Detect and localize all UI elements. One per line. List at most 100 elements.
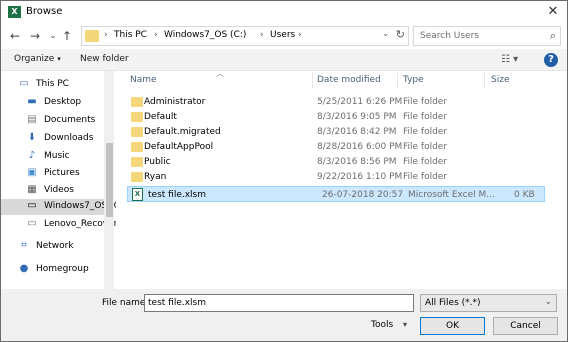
nav-item-videos[interactable]: ▦ Videos bbox=[25, 183, 116, 199]
sort-ascending-icon: ︿ bbox=[216, 69, 224, 78]
breadcrumb-separator[interactable]: › bbox=[154, 30, 158, 40]
drive-icon: ▭ bbox=[27, 218, 37, 229]
refresh-icon[interactable]: ↻ bbox=[396, 28, 405, 41]
file-row-test-file-xlsm[interactable]: X test file.xlsm 26-07-2018 20:57 Micros… bbox=[127, 186, 545, 202]
file-row-ryan[interactable]: Ryan 9/22/2016 1:10 PM File folder bbox=[127, 169, 545, 185]
nav-item-music[interactable]: ♪ Music bbox=[25, 149, 116, 165]
file-date: 8/3/2016 8:42 PM bbox=[317, 127, 397, 137]
folder-icon bbox=[131, 172, 143, 182]
breadcrumb-drive[interactable]: Windows7_OS (C:) bbox=[164, 30, 246, 40]
documents-icon: ▤ bbox=[27, 114, 37, 125]
file-name: Administrator bbox=[144, 97, 206, 107]
column-divider[interactable] bbox=[397, 73, 398, 88]
file-row-public[interactable]: Public 8/3/2016 8:56 PM File folder bbox=[127, 154, 545, 170]
breadcrumb-separator[interactable]: › bbox=[260, 30, 264, 40]
up-arrow-icon[interactable]: ↑ bbox=[59, 28, 75, 44]
file-type-filter-select[interactable]: All Files (*.*) ⌄ bbox=[420, 294, 557, 312]
file-row-default[interactable]: Default 8/3/2016 9:05 PM File folder bbox=[127, 109, 545, 125]
search-input[interactable]: Search Users ⌕ bbox=[413, 26, 561, 46]
file-name-input[interactable]: test file.xlsm bbox=[144, 294, 414, 312]
desktop-icon: ▬ bbox=[27, 96, 37, 107]
folder-icon bbox=[131, 142, 143, 152]
column-header-type[interactable]: Type bbox=[403, 75, 424, 85]
file-row-defaultapppool[interactable]: DefaultAppPool 8/28/2016 6:00 PM File fo… bbox=[127, 139, 545, 155]
dialog-footer: File name: test file.xlsm All Files (*.*… bbox=[1, 289, 567, 341]
file-name: DefaultAppPool bbox=[144, 142, 214, 152]
window-title: Browse bbox=[26, 6, 63, 17]
file-name: Ryan bbox=[144, 172, 167, 182]
pictures-icon: ▣ bbox=[27, 167, 37, 178]
nav-item-lenovo-recovery[interactable]: ▭ Lenovo_Recover bbox=[25, 217, 116, 233]
tools-button[interactable]: Tools bbox=[371, 320, 393, 330]
file-date: 8/3/2016 8:56 PM bbox=[317, 157, 397, 167]
address-history-chevron-icon[interactable]: ⌄ bbox=[382, 29, 389, 38]
network-icon: ⌗ bbox=[21, 240, 27, 251]
file-size: 0 KB bbox=[514, 190, 535, 200]
nav-item-pictures[interactable]: ▣ Pictures bbox=[25, 166, 116, 182]
file-date: 8/28/2016 6:00 PM bbox=[317, 142, 403, 152]
file-type: File folder bbox=[403, 142, 448, 152]
file-date: 9/22/2016 1:10 PM bbox=[317, 172, 403, 182]
folder-icon bbox=[131, 97, 143, 107]
nav-item-this-pc[interactable]: ▭ This PC bbox=[17, 77, 116, 93]
organize-button[interactable]: Organize ▾ bbox=[14, 54, 61, 64]
nav-item-downloads[interactable]: ⬇ Downloads bbox=[25, 131, 116, 147]
tools-dropdown-icon[interactable]: ▾ bbox=[403, 320, 407, 329]
chevron-down-icon: ⌄ bbox=[544, 297, 552, 307]
file-type-filter-value: All Files (*.*) bbox=[425, 298, 481, 308]
computer-icon: ▭ bbox=[19, 78, 29, 89]
homegroup-icon: ● bbox=[19, 263, 29, 274]
nav-item-documents[interactable]: ▤ Documents bbox=[25, 113, 116, 129]
folder-icon bbox=[85, 30, 99, 42]
file-list: ︿ Name Date modified Type Size Administr… bbox=[117, 69, 567, 289]
ok-button[interactable]: OK bbox=[420, 317, 485, 335]
file-name: Default bbox=[144, 112, 177, 122]
nav-item-desktop[interactable]: ▬ Desktop bbox=[25, 95, 116, 111]
music-icon: ♪ bbox=[28, 150, 36, 161]
file-row-administrator[interactable]: Administrator 5/25/2011 6:26 PM File fol… bbox=[127, 94, 545, 110]
nav-item-windows7-os[interactable]: ▭ Windows7_OS (C bbox=[1, 199, 116, 215]
breadcrumb-separator[interactable]: › bbox=[298, 30, 302, 40]
file-name: Public bbox=[144, 157, 171, 167]
file-name-label: File name: bbox=[102, 298, 149, 308]
nav-item-network[interactable]: ⌗ Network bbox=[17, 239, 116, 255]
help-icon[interactable]: ? bbox=[544, 53, 558, 67]
folder-icon bbox=[131, 112, 143, 122]
nav-item-homegroup[interactable]: ● Homegroup bbox=[17, 262, 116, 278]
file-date: 5/25/2011 6:26 PM bbox=[317, 97, 403, 107]
cancel-button[interactable]: Cancel bbox=[493, 317, 558, 335]
search-icon[interactable]: ⌕ bbox=[550, 29, 556, 43]
file-name: Default.migrated bbox=[144, 127, 221, 137]
column-header-date-modified[interactable]: Date modified bbox=[317, 75, 381, 85]
file-type: File folder bbox=[403, 172, 448, 182]
excel-file-icon: X bbox=[132, 188, 143, 201]
file-type: Microsoft Excel M... bbox=[408, 190, 495, 200]
scrollbar-thumb[interactable] bbox=[106, 143, 113, 217]
file-row-default-migrated[interactable]: Default.migrated 8/3/2016 8:42 PM File f… bbox=[127, 124, 545, 140]
videos-icon: ▦ bbox=[27, 184, 37, 195]
file-type: File folder bbox=[403, 157, 448, 167]
view-options-icon[interactable]: ☷ ▾ bbox=[501, 54, 518, 65]
column-header-name[interactable]: Name bbox=[130, 75, 157, 85]
folder-icon bbox=[131, 127, 143, 137]
search-placeholder: Search Users bbox=[420, 31, 479, 41]
file-type: File folder bbox=[403, 97, 448, 107]
breadcrumb-this-pc[interactable]: This PC bbox=[114, 30, 147, 40]
excel-app-icon: X bbox=[8, 6, 21, 18]
title-bar: X Browse ✕ bbox=[1, 1, 567, 23]
back-arrow-icon[interactable]: ← bbox=[7, 28, 23, 44]
breadcrumb-separator[interactable]: › bbox=[104, 30, 108, 40]
drive-icon: ▭ bbox=[27, 200, 37, 211]
nav-pane-scrollbar[interactable] bbox=[104, 71, 114, 289]
forward-arrow-icon[interactable]: → bbox=[27, 28, 43, 44]
column-divider[interactable] bbox=[484, 73, 485, 88]
breadcrumb-users[interactable]: Users bbox=[270, 30, 295, 40]
close-button[interactable]: ✕ bbox=[543, 3, 563, 21]
command-toolbar: Organize ▾ New folder ☷ ▾ ? bbox=[1, 49, 567, 71]
downloads-icon: ⬇ bbox=[27, 132, 37, 143]
folder-icon bbox=[131, 157, 143, 167]
new-folder-button[interactable]: New folder bbox=[80, 54, 129, 64]
column-divider[interactable] bbox=[312, 73, 313, 88]
column-header-size[interactable]: Size bbox=[491, 75, 509, 85]
address-bar[interactable]: › This PC › Windows7_OS (C:) › Users › ⌄… bbox=[81, 26, 409, 46]
